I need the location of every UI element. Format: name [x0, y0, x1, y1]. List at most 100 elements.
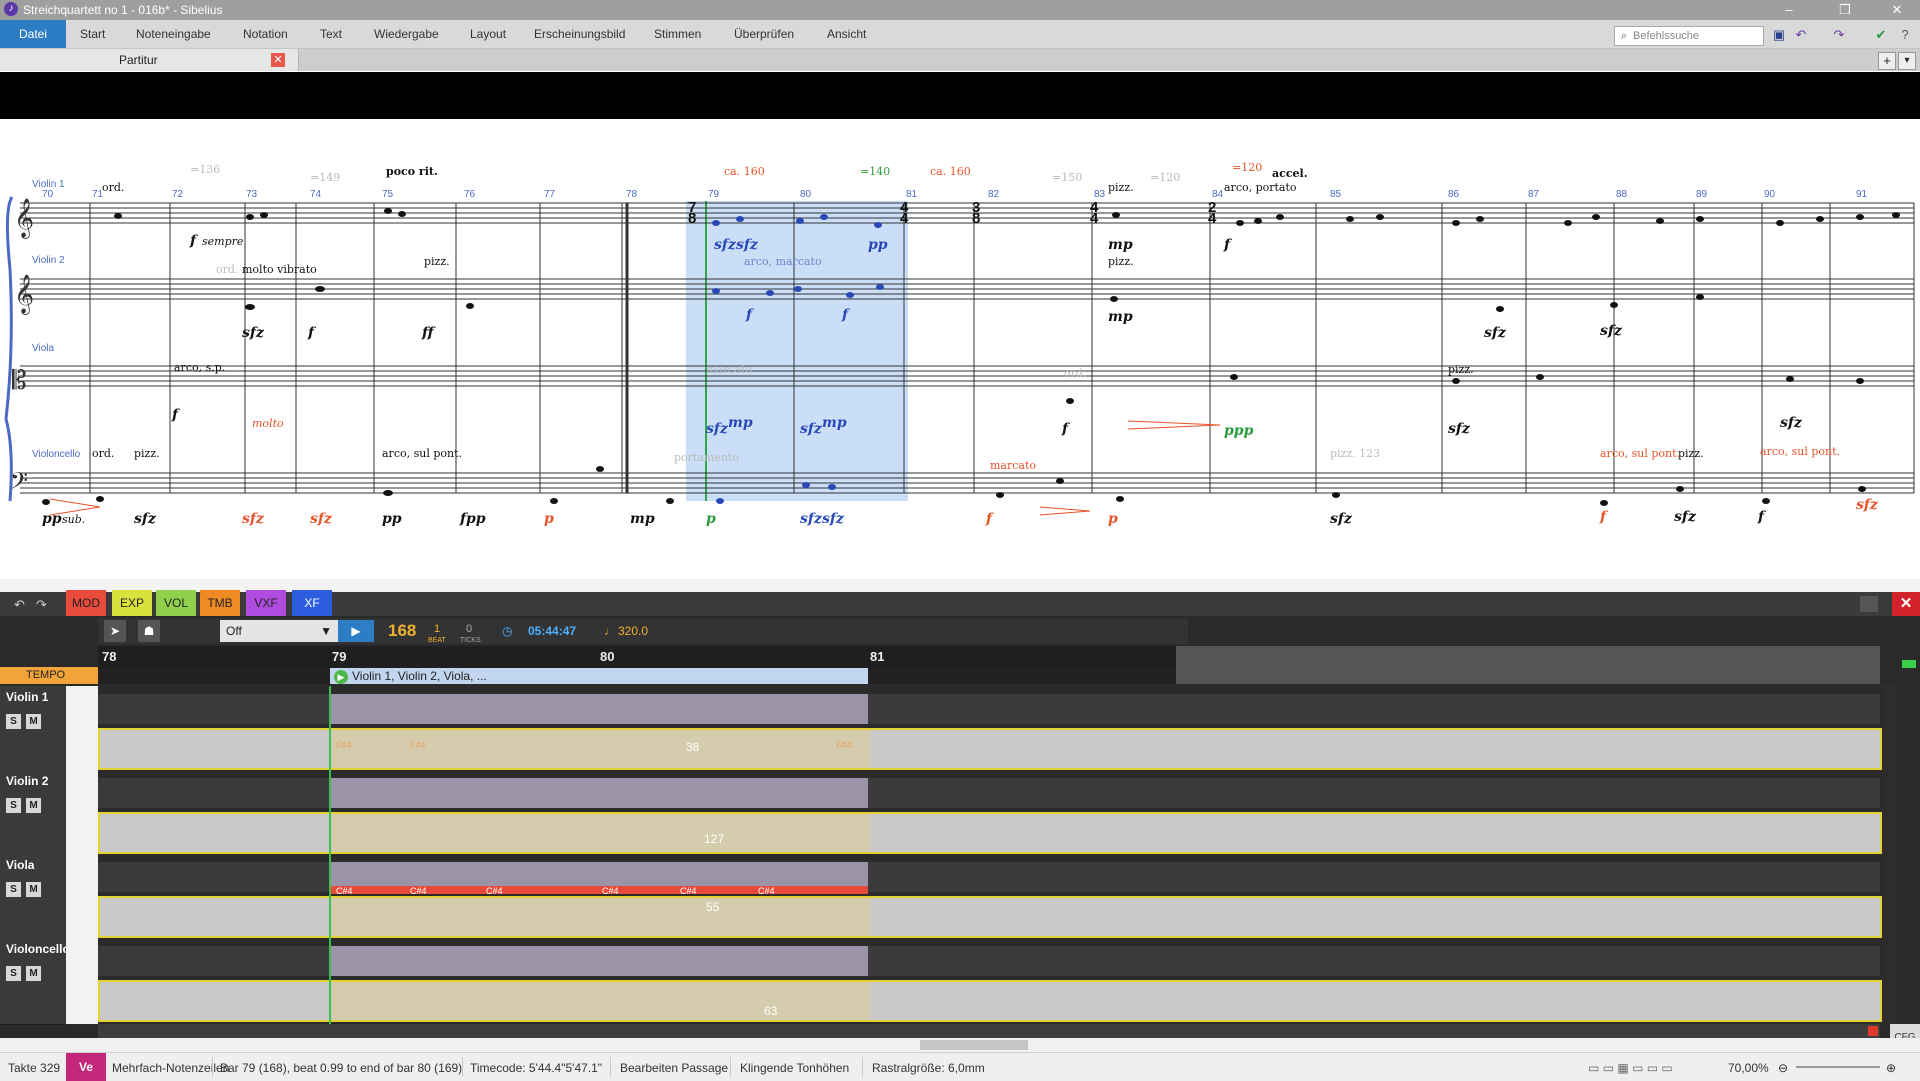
document-tab-row: Partitur ✕ + ▾: [0, 49, 1920, 71]
tab-layout[interactable]: Layout: [460, 20, 516, 48]
bar-number: 91: [1856, 189, 1868, 200]
solo-button[interactable]: S: [6, 714, 21, 729]
track-header-violoncello[interactable]: Violoncello S M C3: [0, 938, 88, 1025]
save-icon[interactable]: ▣: [1770, 27, 1788, 43]
mode-select[interactable]: Off ▼: [220, 620, 338, 642]
tmb-tag-button[interactable]: TMB: [200, 590, 240, 616]
mute-button[interactable]: M: [26, 966, 41, 981]
zoom-in-icon[interactable]: ⊕: [1886, 1061, 1896, 1075]
tab-erscheinungsbild[interactable]: Erscheinungsbild: [524, 20, 635, 48]
checkmark-icon[interactable]: ✔: [1872, 27, 1890, 43]
tab-stimmen[interactable]: Stimmen: [644, 20, 711, 48]
automation-lane[interactable]: 55 C#4 C#4 C#4 C#4 C#4 C#4: [98, 886, 1882, 938]
tempo-lane[interactable]: ▶ Violin 1, Violin 2, Viola, ...: [98, 668, 1176, 684]
tab-wiedergabe[interactable]: Wiedergabe: [364, 20, 449, 48]
solo-button[interactable]: S: [6, 882, 21, 897]
bar-numbers: 70 71 72 73 74 75 76 77 78 79 80 81 82 8…: [42, 189, 1868, 200]
minimize-button[interactable]: –: [1766, 0, 1812, 20]
maximize-button[interactable]: ❐: [1822, 0, 1868, 20]
window-title: Streichquartett no 1 - 016b* - Sibelius: [23, 3, 223, 17]
vertical-scrollbar[interactable]: [1882, 684, 1898, 1024]
tab-noteneingabe[interactable]: Noteneingabe: [126, 20, 221, 48]
score-horizontal-scrollbar[interactable]: [0, 1038, 1920, 1052]
bar-number: 76: [464, 189, 476, 200]
tab-notation[interactable]: Notation: [233, 20, 298, 48]
close-window-button[interactable]: ✕: [1874, 0, 1920, 20]
close-tab-icon[interactable]: ✕: [271, 53, 285, 67]
tab-ansicht[interactable]: Ansicht: [817, 20, 876, 48]
ghost-tool-icon[interactable]: ☗: [138, 620, 160, 642]
scrollbar-thumb[interactable]: [920, 1040, 1028, 1050]
command-search-input[interactable]: ⌕ Befehlssuche: [1614, 26, 1764, 46]
tab-datei[interactable]: Datei: [0, 20, 66, 48]
dynamic-f: f: [1061, 421, 1071, 437]
mod-tag-button[interactable]: MOD: [66, 590, 106, 616]
tab-partitur[interactable]: Partitur ✕: [0, 49, 299, 71]
undo-icon[interactable]: ↶: [1792, 27, 1810, 43]
piano-keys: [66, 854, 98, 938]
zoom-out-icon[interactable]: ⊖: [1778, 1061, 1788, 1075]
tempo-lane-label[interactable]: TEMPO: [0, 667, 98, 684]
zoom-slider[interactable]: [1796, 1066, 1880, 1068]
dynamic-sfz: sfz: [1780, 415, 1803, 431]
mute-button[interactable]: M: [26, 798, 41, 813]
automation-lane[interactable]: 127: [98, 812, 1882, 854]
mixer-toolbar: ↶ ↷ ✕: [0, 592, 1920, 616]
note-label: F#4: [410, 740, 426, 750]
playhead-line[interactable]: [329, 686, 331, 1024]
add-tab-button[interactable]: +: [1878, 52, 1896, 70]
undo-icon[interactable]: ↶: [14, 597, 25, 613]
view-mode-badge[interactable]: Ve: [66, 1053, 106, 1081]
solo-button[interactable]: S: [6, 798, 21, 813]
dynamic-mp: mp: [1108, 237, 1133, 253]
xf-tag-button[interactable]: XF: [292, 590, 332, 616]
automation-lane[interactable]: 38 F#4 F#4 F#4: [98, 728, 1882, 770]
staff-text: portamento: [674, 451, 739, 464]
svg-text:8: 8: [688, 210, 696, 227]
dynamic-ff: ff: [421, 325, 436, 341]
alto-clef-icon: 𝄡: [12, 365, 27, 395]
track-lane-violoncello[interactable]: 63: [98, 938, 1882, 1024]
exp-tag-button[interactable]: EXP: [112, 590, 152, 616]
play-region-icon[interactable]: ▶: [334, 670, 348, 684]
track-lane-viola[interactable]: 55 C#4 C#4 C#4 C#4 C#4 C#4: [98, 854, 1882, 938]
tab-ueberpruefen[interactable]: Überprüfen: [724, 20, 804, 48]
automation-lane[interactable]: 63: [98, 980, 1882, 1022]
region-header[interactable]: ▶ Violin 1, Violin 2, Viola, ...: [330, 668, 868, 684]
track-header-violin-2[interactable]: Violin 2 S M: [0, 770, 66, 855]
help-icon[interactable]: ?: [1896, 27, 1914, 43]
staff-size: Rastralgröße: 6,0mm: [872, 1061, 985, 1075]
mute-button[interactable]: M: [26, 882, 41, 897]
panel-separator[interactable]: [0, 579, 1920, 592]
ruler-bar-78: 78: [102, 649, 117, 664]
automation-horizontal-scrollbar[interactable]: [98, 1024, 1880, 1038]
redo-icon[interactable]: ↷: [36, 597, 47, 613]
vxf-tag-button[interactable]: VXF: [246, 590, 286, 616]
mute-button[interactable]: M: [26, 714, 41, 729]
close-panel-button[interactable]: ✕: [1892, 592, 1920, 616]
vol-tag-button[interactable]: VOL: [156, 590, 196, 616]
view-icons[interactable]: ▭ ▭ ▦ ▭ ▭ ▭: [1588, 1061, 1673, 1075]
dynamic-sfz: sfz: [1674, 509, 1697, 525]
title-bar: ♪ Streichquartett no 1 - 016b* - Sibeliu…: [0, 0, 1920, 20]
collapse-panel-icon[interactable]: [1860, 596, 1878, 612]
redo-icon[interactable]: ↷: [1830, 27, 1848, 43]
track-lane-violin-2[interactable]: 127: [98, 770, 1882, 854]
tab-menu-icon[interactable]: ▾: [1898, 52, 1916, 70]
pointer-tool-icon[interactable]: ➤: [104, 620, 126, 642]
tempo-note-icon: ♩: [604, 624, 616, 638]
instrument-name-violin-2: Violin 2: [32, 255, 65, 266]
timeline-ruler[interactable]: 78 79 80 81: [98, 646, 1176, 668]
dynamic-sfz: sfz: [706, 421, 729, 437]
tab-text[interactable]: Text: [310, 20, 352, 48]
dynamic-mp: mp: [822, 415, 847, 431]
score-view[interactable]: 𝄞 𝄞 𝄡 𝄢 Violin 1 Violin 2 Viola Violonce…: [0, 119, 1920, 579]
track-header-viola[interactable]: Viola S M: [0, 854, 66, 939]
tab-start[interactable]: Start: [70, 20, 115, 48]
play-button[interactable]: ▶: [338, 620, 374, 642]
solo-button[interactable]: S: [6, 966, 21, 981]
track-header-violin-1[interactable]: Violin 1 S M: [0, 686, 66, 771]
timecode-info: Timecode: 5'44.4"5'47.1": [470, 1061, 603, 1075]
system-brace: [4, 196, 14, 502]
track-lane-violin-1[interactable]: 38 F#4 F#4 F#4: [98, 686, 1882, 770]
